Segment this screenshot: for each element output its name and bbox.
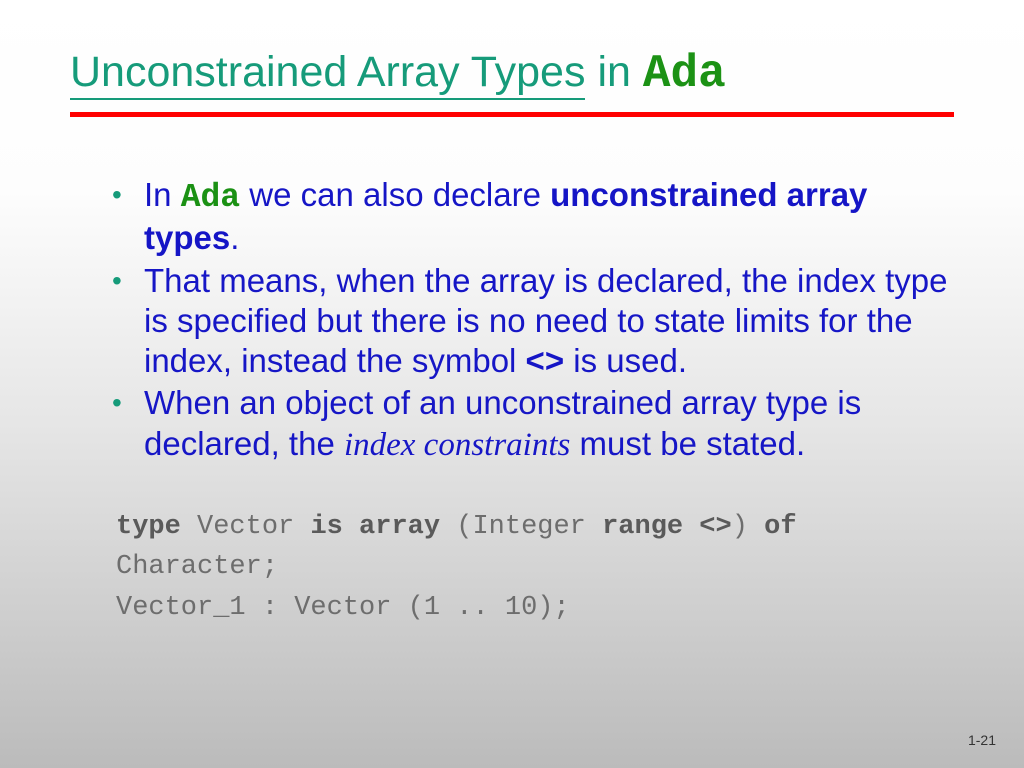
code-line: type Vector is array (Integer range <>) … [116, 507, 954, 588]
keyword: is array [310, 512, 440, 542]
text: must be stated. [570, 425, 805, 462]
keyword: of [764, 512, 796, 542]
page-number: 1-21 [968, 732, 996, 748]
title-main: Unconstrained Array Types [70, 48, 585, 100]
code-line: Vector_1 : Vector (1 .. 10); [116, 588, 954, 629]
title-in: in [597, 48, 630, 96]
text: . [230, 219, 239, 256]
code-text: Character; [116, 552, 278, 582]
list-item: In Ada we can also declare unconstrained… [112, 175, 954, 259]
slide: Unconstrained Array Types in Ada In Ada … [0, 0, 1024, 768]
ada-inline: Ada [181, 179, 240, 216]
text: we can also declare [240, 176, 550, 213]
code-text: Vector [181, 512, 311, 542]
italic-text: index constraints [344, 427, 570, 463]
text: is used. [564, 342, 687, 379]
code-block: type Vector is array (Integer range <>) … [116, 507, 954, 629]
bullet-list: In Ada we can also declare unconstrained… [70, 175, 954, 465]
bold-text: <> [526, 342, 565, 379]
list-item: That means, when the array is declared, … [112, 261, 954, 382]
keyword: type [116, 512, 181, 542]
slide-title: Unconstrained Array Types in Ada [70, 48, 954, 100]
text: In [144, 176, 181, 213]
divider [70, 112, 954, 117]
title-ada: Ada [643, 48, 726, 100]
code-text: (Integer [440, 512, 602, 542]
list-item: When an object of an unconstrained array… [112, 383, 954, 465]
code-text: ) [732, 512, 764, 542]
keyword: range <> [602, 512, 732, 542]
